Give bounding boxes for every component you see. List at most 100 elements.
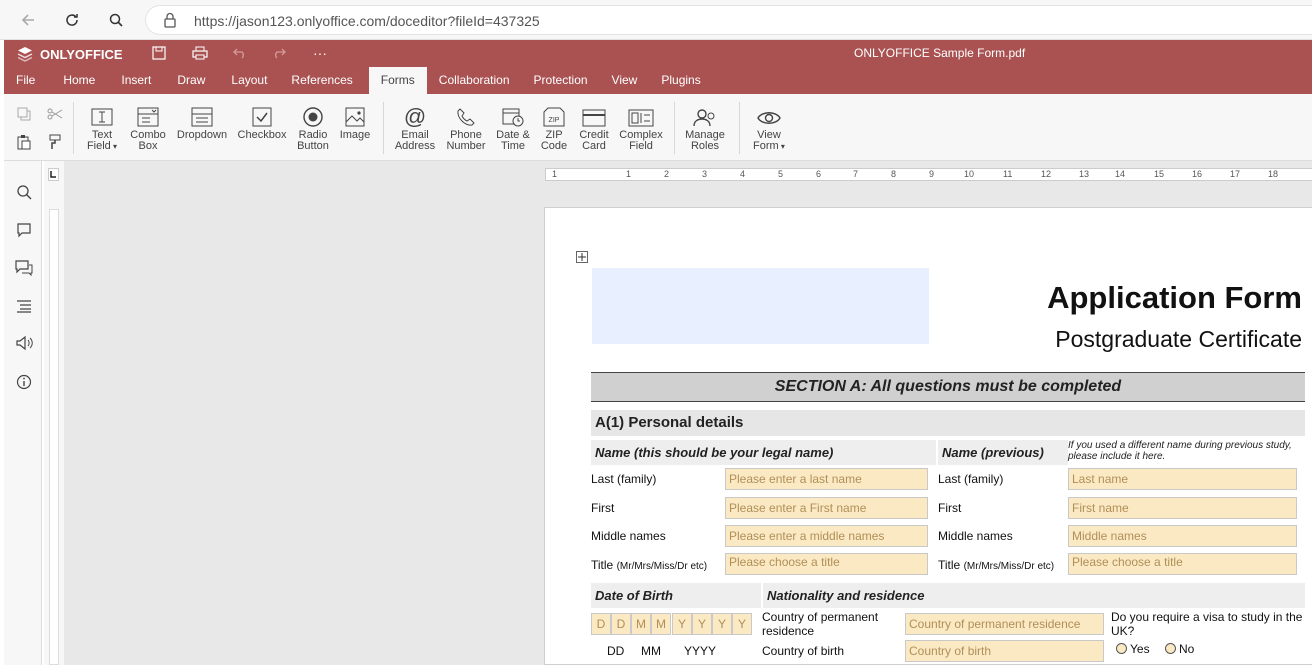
search-icon[interactable]: [14, 182, 34, 202]
credit-card-button[interactable]: Credit Card: [576, 102, 612, 152]
visa-yes-option[interactable]: Yes: [1116, 642, 1150, 656]
dob-month-1[interactable]: M: [631, 613, 651, 635]
date-time-button[interactable]: Date & Time: [494, 102, 532, 152]
ruler-tick-label: 17: [1230, 169, 1241, 179]
visa-no-option[interactable]: No: [1165, 642, 1194, 656]
ruler-tick-label: 10: [964, 169, 975, 179]
dropdown-button[interactable]: Dropdown: [174, 102, 230, 141]
ruler-tick-label: 8: [891, 169, 897, 179]
info-icon[interactable]: [14, 372, 34, 392]
print-icon[interactable]: [191, 44, 209, 62]
dob-day-1[interactable]: D: [591, 613, 611, 635]
ruler-tick-label: 12: [1041, 169, 1052, 179]
tab-collaboration[interactable]: Collaboration: [431, 67, 518, 94]
dob-year-4[interactable]: Y: [732, 613, 752, 635]
previous-title-label: Title (Mr/Mrs/Miss/Dr etc): [938, 558, 1055, 572]
view-form-button[interactable]: View Form ▾: [746, 102, 792, 152]
logo-image-placeholder[interactable]: [592, 268, 929, 344]
tab-view[interactable]: View: [604, 67, 646, 94]
form-subheading: Postgraduate Certificate: [1055, 326, 1302, 352]
middle-names-label: Middle names: [591, 529, 666, 543]
speaker-icon[interactable]: [14, 333, 34, 353]
tab-references[interactable]: References: [283, 67, 360, 94]
middle-names-field[interactable]: Please enter a middle names: [725, 525, 928, 547]
last-name-label: Last (family): [591, 472, 657, 486]
zip-icon: ZIP: [536, 102, 572, 128]
address-bar[interactable]: https://jason123.onlyoffice.com/docedito…: [145, 5, 1312, 35]
combo-box-button[interactable]: Combo Box: [128, 102, 168, 152]
previous-title-field[interactable]: Please choose a title: [1068, 553, 1297, 575]
undo-icon[interactable]: [231, 44, 249, 62]
ruler-tick-label: 18: [1268, 169, 1279, 179]
chat-icon[interactable]: [14, 258, 34, 278]
email-address-button[interactable]: @ Email Address: [392, 102, 438, 152]
tab-protection[interactable]: Protection: [526, 67, 596, 94]
document-title: ONLYOFFICE Sample Form.pdf: [854, 46, 1026, 60]
navigation-icon[interactable]: [14, 296, 34, 316]
previous-first-name-field[interactable]: First name: [1068, 497, 1297, 519]
tab-insert[interactable]: Insert: [113, 67, 159, 94]
title-field[interactable]: Please choose a title: [725, 553, 928, 575]
ruler-tick-label: 13: [1079, 169, 1090, 179]
forms-toolbar: Text Field ▾ Combo Box Dropdown Checkbox R…: [4, 94, 1312, 161]
first-name-field[interactable]: Please enter a First name: [725, 497, 928, 519]
country-residence-field[interactable]: Country of permanent residence: [905, 613, 1104, 635]
tab-layout[interactable]: Layout: [223, 67, 275, 94]
radio-button-button[interactable]: Radio Button: [294, 102, 332, 152]
checkbox-icon: [236, 102, 288, 128]
paste-icon[interactable]: [15, 134, 33, 150]
previous-last-name-field[interactable]: Last name: [1068, 468, 1297, 490]
onlyoffice-logo-icon: [17, 47, 33, 62]
tab-plugins[interactable]: Plugins: [653, 67, 708, 94]
tab-file[interactable]: File: [8, 67, 43, 94]
checkbox-button[interactable]: Checkbox: [236, 102, 288, 141]
complex-field-button[interactable]: Complex Field: [618, 102, 664, 152]
phone-number-button[interactable]: Phone Number: [444, 102, 488, 152]
document-page: Application Form Postgraduate Certificat…: [544, 207, 1312, 665]
comments-icon[interactable]: [14, 220, 34, 240]
dob-year-2[interactable]: Y: [692, 613, 712, 635]
credit-card-icon: [576, 102, 612, 128]
reload-icon[interactable]: [60, 8, 84, 32]
last-name-field[interactable]: Please enter a last name: [725, 468, 928, 490]
search-icon[interactable]: [104, 8, 128, 32]
left-sidebar: [4, 161, 42, 665]
url-text: https://jason123.onlyoffice.com/docedito…: [194, 13, 540, 29]
dob-month-2[interactable]: M: [651, 613, 671, 635]
image-icon: [338, 102, 372, 128]
previous-middle-names-label: Middle names: [938, 529, 1013, 543]
dob-year-3[interactable]: Y: [712, 613, 732, 635]
tab-forms[interactable]: Forms: [368, 67, 427, 94]
country-birth-label: Country of birth: [762, 644, 845, 658]
ruler-tick-label: 5: [778, 169, 784, 179]
back-icon[interactable]: [16, 8, 40, 32]
dob-day-2[interactable]: D: [611, 613, 631, 635]
combo-box-icon: [128, 102, 168, 128]
dob-year-1[interactable]: Y: [672, 613, 692, 635]
table-move-icon[interactable]: [576, 251, 588, 266]
redo-icon[interactable]: [270, 44, 288, 62]
previous-first-name-label: First: [938, 501, 962, 515]
tab-draw[interactable]: Draw: [169, 67, 213, 94]
previous-name-header: Name (previous): [938, 440, 1068, 465]
country-birth-field[interactable]: Country of birth: [905, 640, 1104, 662]
ruler-tick-label: 1: [626, 169, 632, 179]
manage-roles-button[interactable]: Manage Roles: [682, 102, 728, 152]
copy-icon[interactable]: [15, 106, 33, 122]
cut-icon[interactable]: [46, 106, 64, 122]
tab-stop-selector[interactable]: [48, 168, 59, 181]
image-button[interactable]: Image: [338, 102, 372, 141]
more-icon[interactable]: ···: [311, 44, 329, 62]
previous-last-name-label: Last (family): [938, 472, 1004, 486]
visa-yes-radio: [1116, 643, 1127, 654]
zip-code-button[interactable]: ZIP ZIP Code: [536, 102, 572, 152]
tab-home[interactable]: Home: [55, 67, 103, 94]
legal-name-header: Name (this should be your legal name): [591, 440, 936, 465]
dob-legend-yyyy: YYYY: [684, 644, 717, 658]
visa-no-radio: [1165, 643, 1176, 654]
text-field-button[interactable]: Text Field ▾: [84, 102, 120, 152]
nationality-header: Nationality and residence: [763, 583, 1305, 608]
previous-middle-names-field[interactable]: Middle names: [1068, 525, 1297, 547]
save-icon[interactable]: [150, 44, 168, 62]
format-painter-icon[interactable]: [46, 134, 64, 150]
